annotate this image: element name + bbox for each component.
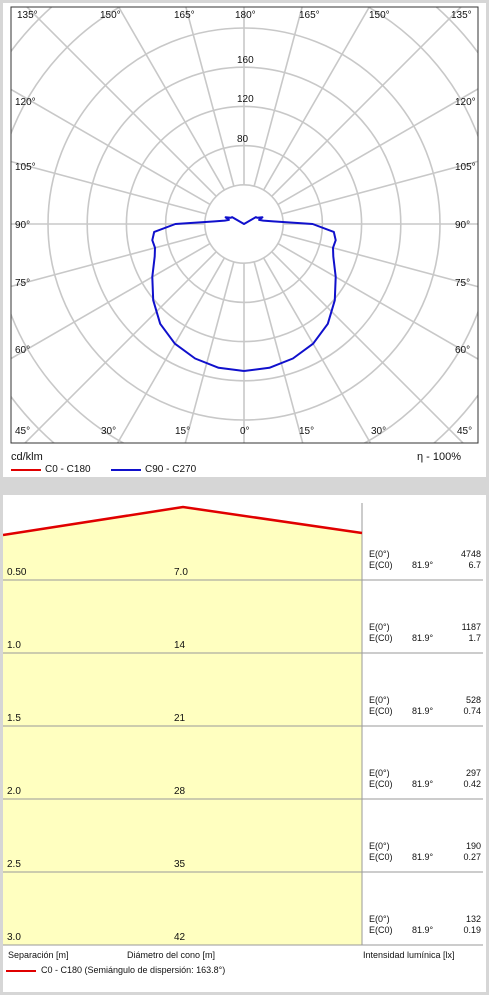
grid-spoke [262,7,371,191]
polar-diagram-panel: 135° 150° 165° 180° 165° 150° 135° 120° 120° 105°… [3,3,486,477]
angle-label-bottom: 15° [175,426,191,437]
ec0-label: E(C0) [369,706,393,716]
e0-value: 528 [465,695,481,705]
ec0-value: 0.19 [463,925,481,935]
grid-spoke [116,257,226,443]
e0-label: E(0°) [369,695,390,705]
angle-label-bottom: 0° [240,426,250,437]
angle-label-top: 135° [451,10,472,21]
legend-c0-label: C0 - C180 [45,464,91,475]
angle-label-top: 135° [17,10,38,21]
cone-legend-line [6,970,36,972]
ec0-angle: 81.9° [412,852,434,862]
separation-value: 0.50 [7,567,27,578]
separation-value: 1.5 [7,713,21,724]
grid-spoke [185,7,235,187]
ec0-angle: 81.9° [412,925,434,935]
angle-label-left: 75° [15,278,31,289]
ec0-value: 0.74 [463,706,481,716]
ec0-value: 1.7 [468,633,481,643]
ec0-angle: 81.9° [412,560,434,570]
angle-label-left: 90° [15,220,31,231]
ec0-label: E(C0) [369,925,393,935]
ec0-label: E(C0) [369,633,393,643]
separation-value: 2.0 [7,786,21,797]
unit-label: cd/klm [11,451,43,463]
diameter-value: 14 [174,640,186,651]
e0-value: 297 [465,768,481,778]
polar-grid [11,7,478,443]
angle-label-left: 105° [15,162,36,173]
legend-c0-line [11,469,41,471]
radial-label: 80 [237,133,249,145]
ec0-value: 0.42 [463,779,481,789]
e0-value: 4748 [460,549,481,559]
angle-label-right: 60° [455,345,471,356]
diameter-header: Diámetro del cono [m] [127,950,216,960]
diameter-value: 7.0 [174,567,188,578]
legend-c90-label: C90 - C270 [145,464,197,475]
angle-label-top: 165° [174,10,195,21]
angle-label-top: 180° [235,10,256,21]
separation-value: 1.0 [7,640,21,651]
angle-label-bottom: 45° [15,426,31,437]
e0-value: 132 [465,914,481,924]
angle-label-left: 60° [15,345,31,356]
ec0-value: 0.27 [463,852,481,862]
e0-label: E(0°) [369,768,390,778]
separation-value: 2.5 [7,859,21,870]
grid-spoke [253,7,303,187]
angle-label-top: 150° [100,10,121,21]
angle-label-top: 165° [299,10,320,21]
diameter-value: 42 [174,932,186,943]
angle-label-bottom: 30° [101,426,117,437]
grid-spoke [262,257,372,443]
angle-label-bottom: 15° [299,426,315,437]
angle-label-right: 75° [455,278,471,289]
angle-label-right: 105° [455,162,476,173]
e0-label: E(0°) [369,622,390,632]
cone-legend-label: C0 - C180 (Semiángulo de dispersión: 163… [41,965,226,975]
angle-label-right: 120° [455,97,476,108]
angle-label-right: 90° [455,220,471,231]
e0-label: E(0°) [369,549,390,559]
angle-label-left: 120° [15,97,36,108]
diameter-value: 21 [174,713,186,724]
radial-label: 160 [237,55,254,67]
ec0-angle: 81.9° [412,779,434,789]
grid-spoke [117,7,226,191]
intensity-header: Intensidad lumínica [lx] [363,950,455,960]
e0-value: 1187 [461,622,481,632]
ec0-label: E(C0) [369,779,393,789]
angle-label-bottom: 45° [457,426,473,437]
separation-header: Separación [m] [8,950,69,960]
efficiency-label: η - 100% [417,451,462,463]
radial-label: 120 [237,94,254,106]
polar-chart [10,6,479,444]
ec0-label: E(C0) [369,852,393,862]
ec0-label: E(C0) [369,560,393,570]
cone-diagram-panel: 0.50 7.0 E(0°) E(C0) 81.9° 4748 6.7 1.0 14 E(0°) E… [3,495,486,992]
e0-label: E(0°) [369,841,390,851]
e0-label: E(0°) [369,914,390,924]
ec0-value: 6.7 [468,560,481,570]
separation-value: 3.0 [7,932,21,943]
angle-label-bottom: 30° [371,426,387,437]
angle-label-top: 150° [369,10,390,21]
diameter-value: 35 [174,859,186,870]
legend-c90-line [111,469,141,471]
e0-value: 190 [465,841,481,851]
ec0-angle: 81.9° [412,706,434,716]
ec0-angle: 81.9° [412,633,434,643]
diameter-value: 28 [174,786,186,797]
